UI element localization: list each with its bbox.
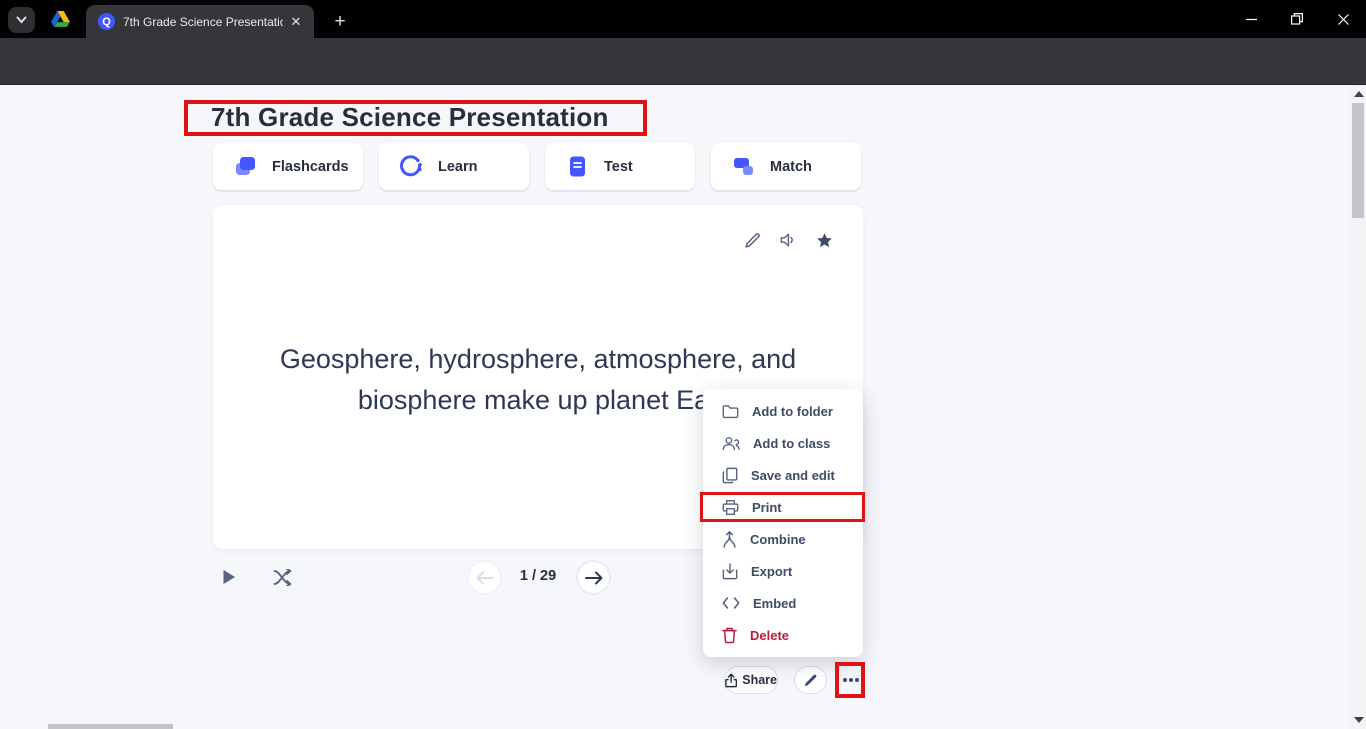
pencil-icon bbox=[803, 673, 818, 688]
folder-icon bbox=[722, 404, 739, 419]
screen: Q 7th Grade Science Presentation ✕ + bbox=[0, 0, 1366, 729]
card-text-line1: Geosphere, hydrosphere, atmosphere, and bbox=[213, 339, 863, 380]
next-card-button[interactable] bbox=[576, 560, 611, 595]
combine-icon bbox=[722, 531, 737, 548]
mode-label: Test bbox=[604, 159, 633, 175]
play-icon bbox=[222, 569, 236, 585]
star-icon bbox=[816, 232, 833, 249]
menu-item-label: Embed bbox=[753, 596, 796, 611]
dot bbox=[843, 678, 847, 682]
menu-item-print[interactable]: Print bbox=[703, 491, 863, 523]
restore-button[interactable] bbox=[1274, 0, 1320, 38]
new-tab-button[interactable]: + bbox=[328, 10, 352, 34]
menu-item-label: Add to folder bbox=[752, 404, 833, 419]
browser-titlebar: Q 7th Grade Science Presentation ✕ + bbox=[0, 0, 1366, 38]
mode-match-button[interactable]: Match bbox=[711, 143, 861, 190]
speaker-icon bbox=[779, 232, 797, 248]
menu-item-export[interactable]: Export bbox=[703, 555, 863, 587]
card-tools bbox=[741, 229, 835, 251]
menu-item-add-to-folder[interactable]: Add to folder bbox=[703, 395, 863, 427]
dot bbox=[849, 678, 853, 682]
browser-tab[interactable]: Q 7th Grade Science Presentation ✕ bbox=[86, 5, 314, 38]
tab-search-button[interactable] bbox=[8, 7, 35, 33]
mode-learn-button[interactable]: Learn bbox=[379, 143, 529, 190]
match-icon bbox=[731, 154, 756, 179]
scrollbar-thumb[interactable] bbox=[1352, 103, 1364, 218]
tab-title: 7th Grade Science Presentation bbox=[123, 15, 283, 29]
share-label: Share bbox=[742, 673, 777, 687]
learn-icon bbox=[399, 154, 424, 179]
menu-item-add-to-class[interactable]: Add to class bbox=[703, 427, 863, 459]
mode-test-button[interactable]: Test bbox=[545, 143, 695, 190]
shuffle-button[interactable] bbox=[271, 566, 293, 588]
menu-item-label: Delete bbox=[750, 628, 789, 643]
export-icon bbox=[722, 563, 738, 580]
restore-icon bbox=[1291, 13, 1303, 25]
menu-item-label: Add to class bbox=[753, 436, 830, 451]
close-icon bbox=[1338, 14, 1349, 25]
card-counter: 1 / 29 bbox=[510, 568, 566, 584]
shuffle-icon bbox=[273, 569, 292, 586]
menu-item-label: Print bbox=[752, 500, 782, 515]
scroll-down-arrow[interactable] bbox=[1354, 717, 1364, 723]
window-controls bbox=[1228, 0, 1366, 38]
edit-card-button[interactable] bbox=[741, 229, 763, 251]
menu-item-label: Export bbox=[751, 564, 792, 579]
more-options-button[interactable] bbox=[840, 668, 862, 692]
flashcards-icon bbox=[233, 154, 258, 179]
mode-label: Match bbox=[770, 159, 812, 175]
trash-icon bbox=[722, 627, 737, 644]
arrow-left-icon bbox=[475, 571, 495, 585]
mode-flashcards-button[interactable]: Flashcards bbox=[213, 143, 363, 190]
scroll-up-arrow[interactable] bbox=[1354, 91, 1364, 97]
mode-label: Learn bbox=[438, 159, 478, 175]
share-icon bbox=[725, 673, 737, 688]
audio-button[interactable] bbox=[777, 229, 799, 251]
mode-label: Flashcards bbox=[272, 159, 349, 175]
menu-item-label: Save and edit bbox=[751, 468, 835, 483]
set-title: 7th Grade Science Presentation bbox=[211, 102, 609, 133]
browser-toolbar: quizlet.com/923435932/7th-grade-science-… bbox=[0, 38, 1366, 85]
menu-item-delete[interactable]: Delete bbox=[703, 619, 863, 651]
add-class-people-icon bbox=[722, 436, 740, 451]
minimize-button[interactable] bbox=[1228, 0, 1274, 38]
quizlet-favicon-icon: Q bbox=[98, 13, 115, 30]
tab-close-icon[interactable]: ✕ bbox=[287, 13, 305, 31]
edit-set-button[interactable] bbox=[794, 666, 827, 694]
menu-item-label: Combine bbox=[750, 532, 806, 547]
vertical-scrollbar[interactable] bbox=[1350, 85, 1366, 729]
dot bbox=[855, 678, 859, 682]
google-drive-icon bbox=[51, 10, 70, 32]
menu-item-save-and-edit[interactable]: Save and edit bbox=[703, 459, 863, 491]
previous-card-button[interactable] bbox=[467, 560, 502, 595]
play-button[interactable] bbox=[218, 566, 240, 588]
menu-item-embed[interactable]: Embed bbox=[703, 587, 863, 619]
pencil-icon bbox=[744, 232, 761, 249]
arrow-right-icon bbox=[584, 571, 604, 585]
star-button[interactable] bbox=[813, 229, 835, 251]
menu-item-combine[interactable]: Combine bbox=[703, 523, 863, 555]
embed-code-icon bbox=[722, 596, 740, 610]
test-icon bbox=[565, 154, 590, 179]
close-window-button[interactable] bbox=[1320, 0, 1366, 38]
minimize-icon bbox=[1246, 14, 1257, 25]
horizontal-scrollbar-thumb[interactable] bbox=[48, 724, 173, 729]
copy-icon bbox=[722, 467, 738, 484]
chevron-down-icon bbox=[16, 16, 27, 24]
share-button[interactable]: Share bbox=[724, 666, 778, 694]
printer-icon bbox=[722, 499, 739, 516]
more-options-menu: Add to folder Add to class Save and edit… bbox=[703, 389, 863, 657]
